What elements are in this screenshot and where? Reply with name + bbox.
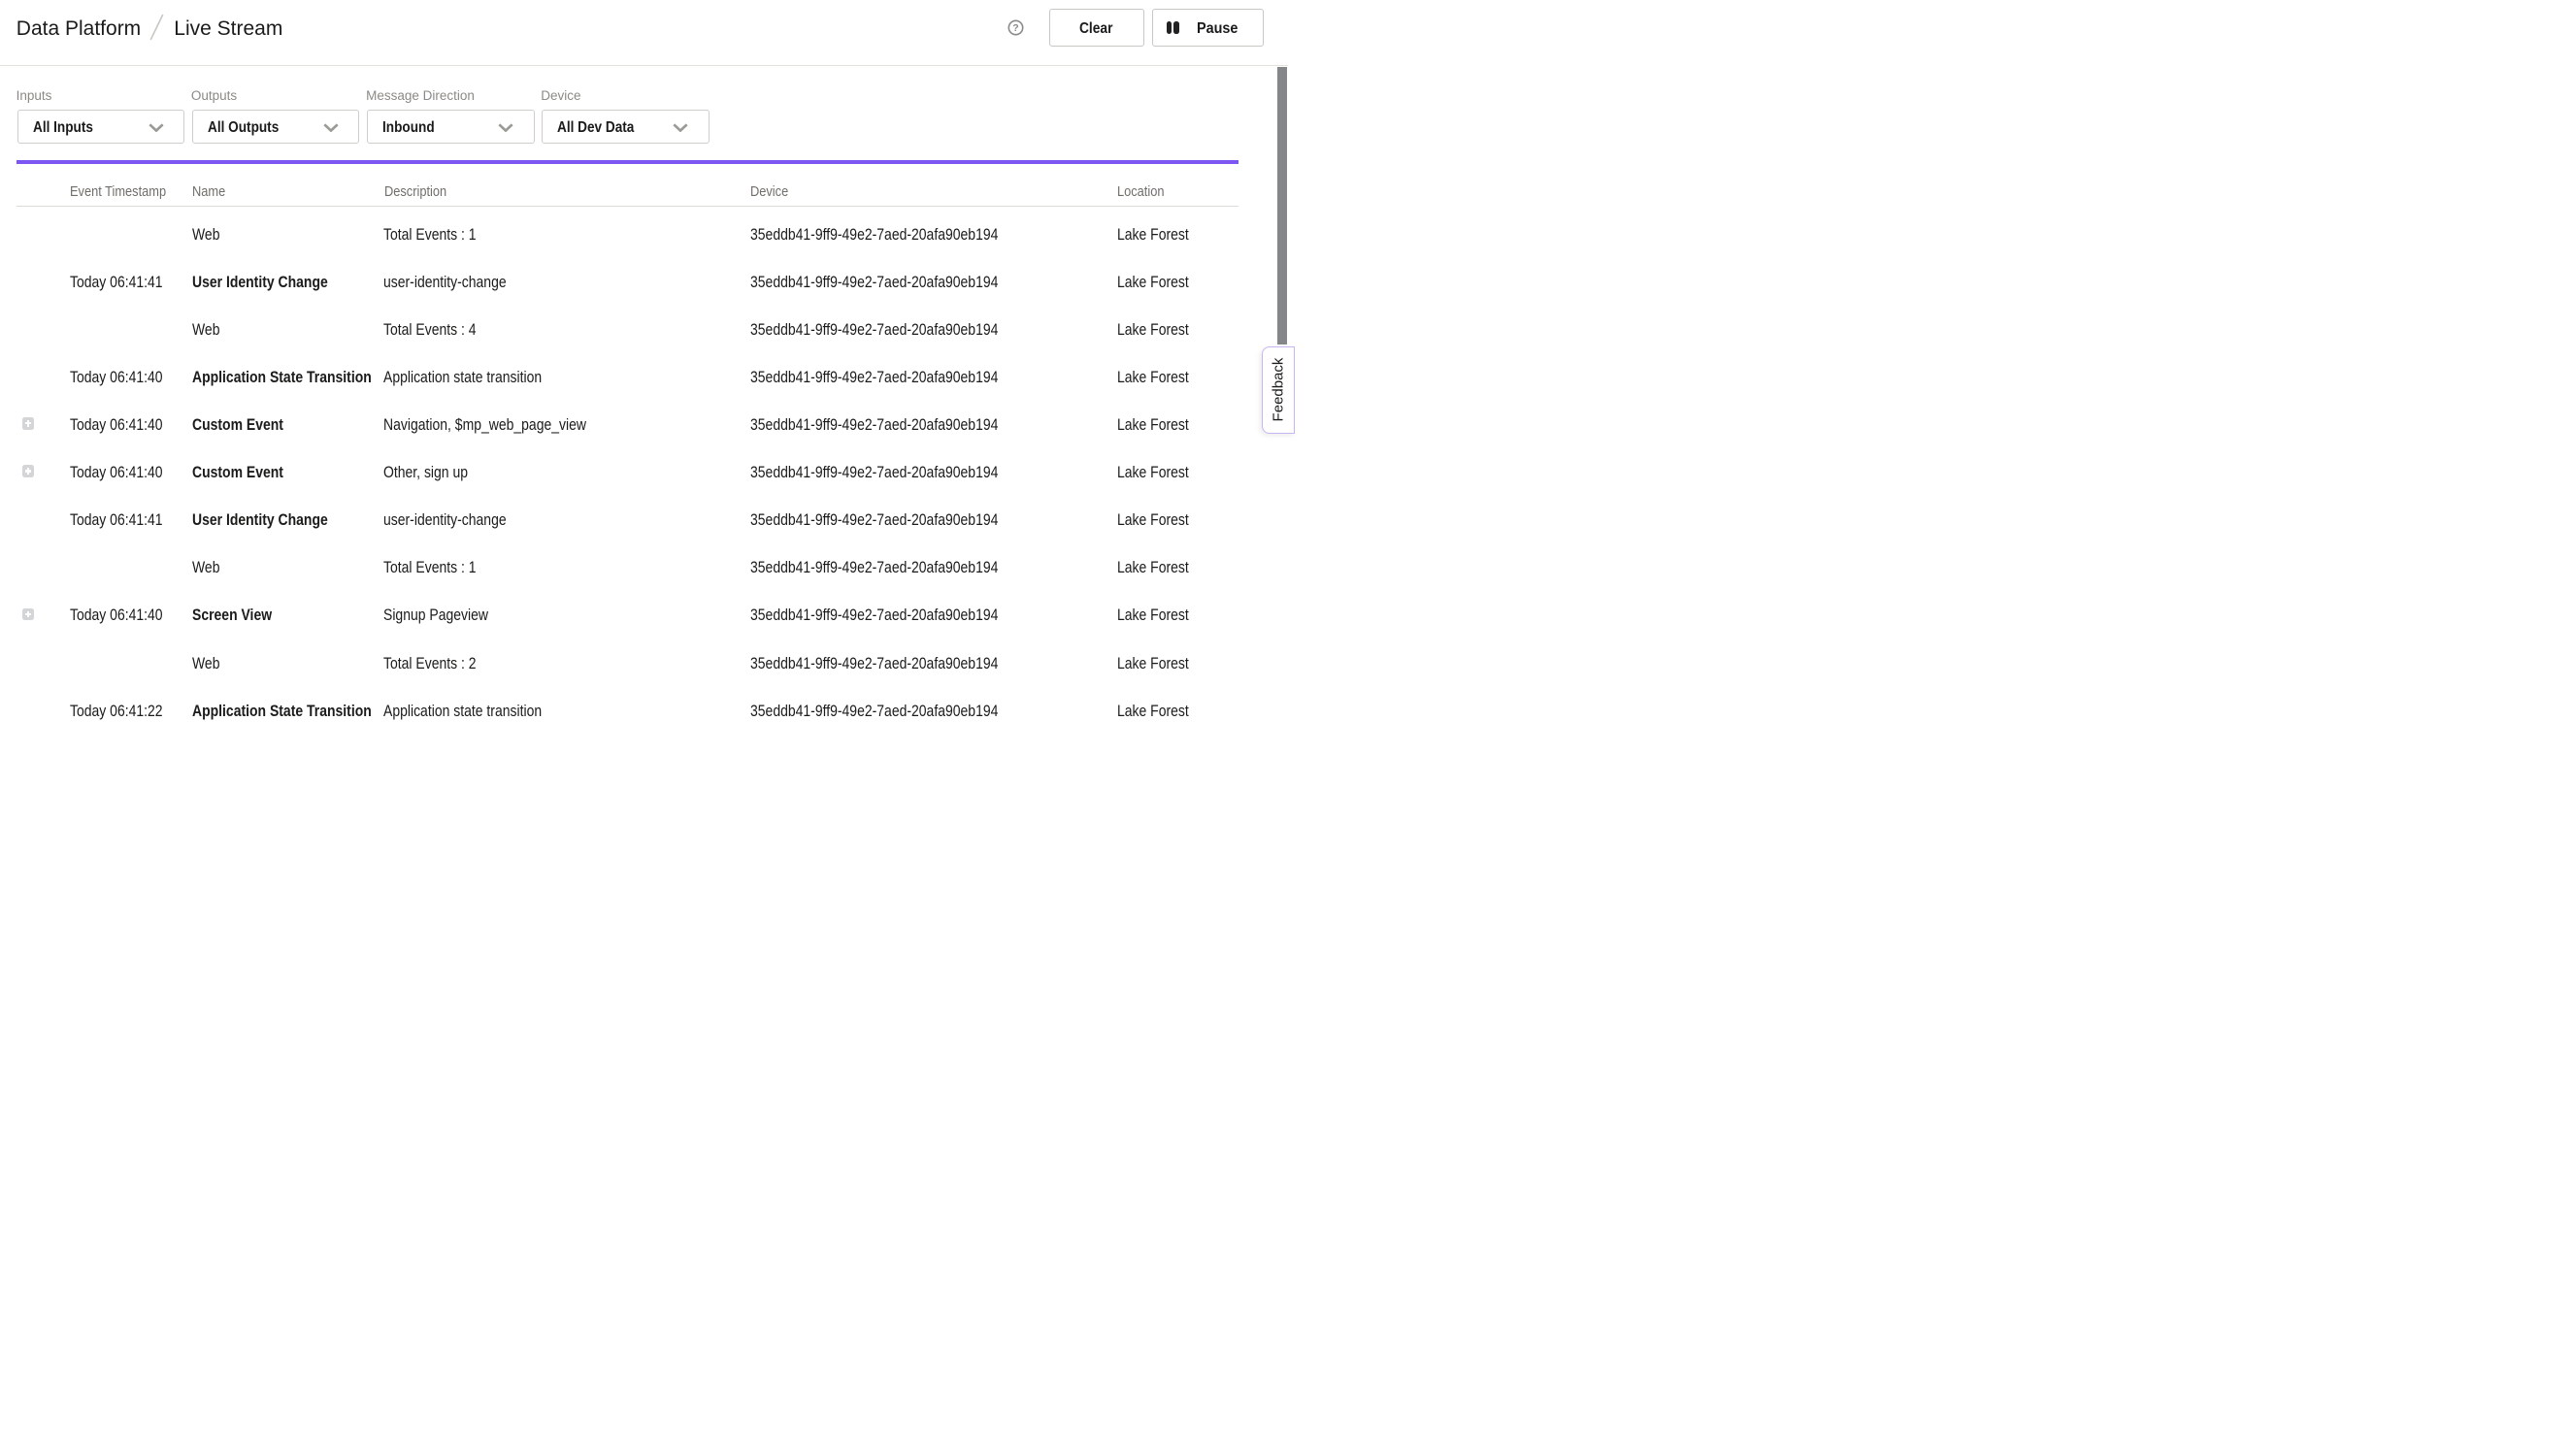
svg-text:?: ? bbox=[1012, 22, 1018, 34]
